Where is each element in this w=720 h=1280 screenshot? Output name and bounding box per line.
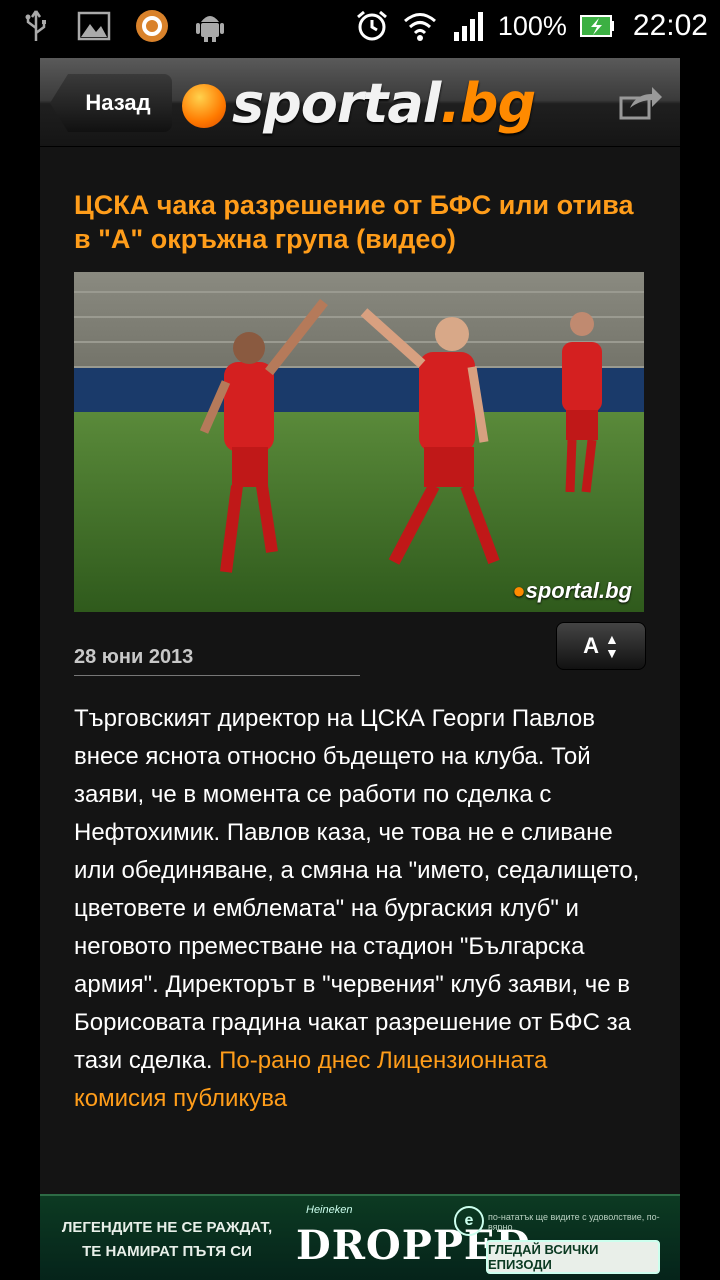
ad-brand: Heineken <box>306 1204 353 1216</box>
font-size-label: A <box>583 633 600 658</box>
ad-slogan: ЛЕГЕНДИТЕ НЕ СЕ РАЖДАТ, ТЕ НАМИРАТ ПЪТЯ … <box>61 1219 273 1260</box>
app-notification-icon <box>136 10 168 42</box>
share-icon[interactable] <box>618 82 664 122</box>
ad-cta-button[interactable]: ГЛЕДАЙ ВСИЧКИ ЕПИЗОДИ <box>486 1240 660 1274</box>
photo-watermark: ●sportal.bg <box>512 578 632 603</box>
article-title: ЦСКА чака разрешение от БФС или отива в … <box>74 190 634 254</box>
ad-small-print: по-нататък ще видите с удоволствие, по-в… <box>488 1212 660 1232</box>
app-toolbar: Назад sportal.bg <box>40 58 680 147</box>
article: ЦСКА чака разрешение от БФС или отива в … <box>74 188 646 1112</box>
status-bar: 100% 22:02 <box>0 0 720 52</box>
football-players-photo <box>74 272 644 612</box>
logo-dot-icon <box>182 84 226 128</box>
ad-rating-icon: e <box>454 1206 484 1236</box>
battery-charging-icon <box>579 15 614 37</box>
gallery-icon <box>77 11 111 41</box>
article-date: 28 юни 2013 <box>74 646 360 676</box>
ad-banner[interactable]: ЛЕГЕНДИТЕ НЕ СЕ РАЖДАТ, ТЕ НАМИРАТ ПЪТЯ … <box>40 1194 680 1280</box>
wifi-icon <box>403 13 436 41</box>
logo-word: sportal <box>232 71 441 135</box>
logo-tld: .bg <box>440 71 536 135</box>
signal-icon <box>453 12 483 41</box>
article-photo[interactable]: ●sportal.bg <box>74 272 644 612</box>
font-size-button[interactable]: A ▲ ▼ <box>556 622 646 670</box>
usb-icon <box>25 10 46 41</box>
sportal-logo: sportal.bg <box>182 70 536 136</box>
article-body: Търговският директор на ЦСКА Георги Павл… <box>74 700 646 1118</box>
clock: 22:02 <box>632 9 708 42</box>
article-app: Назад sportal.bg ЦСКА чака разрешение от… <box>40 58 680 1280</box>
alarm-icon <box>356 10 387 41</box>
back-button[interactable]: Назад <box>50 74 172 132</box>
android-icon <box>196 16 224 42</box>
battery-percent: 100% <box>497 10 567 41</box>
article-body-text: Търговският директор на ЦСКА Георги Павл… <box>74 705 640 1074</box>
font-size-arrows-icon: ▲ ▼ <box>605 631 619 661</box>
